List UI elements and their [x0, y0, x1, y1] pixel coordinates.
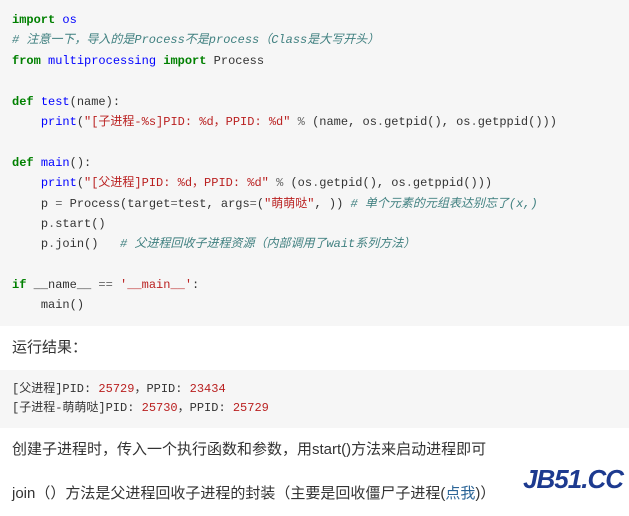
var: p: [41, 197, 55, 211]
op: .: [471, 115, 478, 129]
op: =: [250, 197, 257, 211]
expr: test, args: [178, 197, 250, 211]
kw-import2: import: [163, 54, 206, 68]
paragraph-2: join（）方法是父进程回收子进程的封装（主要是回收僵尸子进程(点我)）: [0, 472, 629, 516]
cls-process: Process: [214, 54, 264, 68]
op: .: [406, 176, 413, 190]
kw-if: if: [12, 278, 26, 292]
comment: # 父进程回收子进程资源（内部调用了wait系列方法）: [120, 237, 415, 251]
kw-import: import: [12, 13, 55, 27]
close: , )): [314, 197, 350, 211]
args: (name):: [70, 95, 120, 109]
out-text: ，PPID:: [178, 401, 233, 415]
name-dunder: __name__: [34, 278, 92, 292]
out-num: 25730: [142, 401, 178, 415]
var: p: [41, 217, 48, 231]
op: %: [298, 115, 305, 129]
expr: (os: [290, 176, 312, 190]
sp: [98, 237, 120, 251]
mod-os: os: [62, 13, 76, 27]
code-block: import os # 注意一下，导入的是Process不是process（Cl…: [0, 0, 629, 326]
str: "[子进程-%s]PID: %d，PPID: %d": [84, 115, 290, 129]
op-eq: ==: [98, 278, 112, 292]
colon: :: [192, 278, 199, 292]
out-num: 25729: [233, 401, 269, 415]
str: "萌萌哒": [264, 197, 314, 211]
paren: (: [257, 197, 264, 211]
paragraph-1: 创建子进程时，传入一个执行函数和参数，用start()方法来启动进程即可: [0, 428, 629, 472]
expr: (name, os: [312, 115, 377, 129]
fn-main: main: [41, 156, 70, 170]
result-heading: 运行结果：: [0, 326, 629, 370]
expr: getppid())): [413, 176, 492, 190]
paren: (: [77, 176, 84, 190]
expr: Process(target: [62, 197, 170, 211]
mod-mp: multiprocessing: [48, 54, 156, 68]
args: ():: [70, 156, 92, 170]
out-text: [父进程]PID:: [12, 382, 98, 396]
out-num: 23434: [190, 382, 226, 396]
expr: getpid(), os: [384, 115, 470, 129]
kw-def: def: [12, 95, 34, 109]
op: =: [170, 197, 177, 211]
paren: (: [77, 115, 84, 129]
call-main: main(): [41, 298, 84, 312]
op: %: [276, 176, 283, 190]
kw-def: def: [12, 156, 34, 170]
fn-print: print: [41, 115, 77, 129]
expr: getppid())): [478, 115, 557, 129]
op: .: [377, 115, 384, 129]
p2a: join（）方法是父进程回收子进程的封装（主要是回收僵尸子进程(: [12, 485, 445, 502]
comment: # 单个元素的元组表达别忘了(x,): [351, 197, 538, 211]
output-block: [父进程]PID: 25729，PPID: 23434 [子进程-萌萌哒]PID…: [0, 370, 629, 428]
link-dianwo[interactable]: 点我: [445, 485, 475, 502]
str: '__main__': [120, 278, 192, 292]
comment: # 注意一下，导入的是Process不是process（Class是大写开头）: [12, 33, 379, 47]
str: "[父进程]PID: %d，PPID: %d": [84, 176, 269, 190]
p2b: )）: [475, 485, 495, 502]
kw-from: from: [12, 54, 41, 68]
var: p: [41, 237, 48, 251]
fn-test: test: [41, 95, 70, 109]
expr: getpid(), os: [319, 176, 405, 190]
out-num: 25729: [98, 382, 134, 396]
call: start(): [55, 217, 105, 231]
call: join(): [55, 237, 98, 251]
out-text: ，PPID:: [134, 382, 189, 396]
fn-print: print: [41, 176, 77, 190]
out-text: [子进程-萌萌哒]PID:: [12, 401, 142, 415]
